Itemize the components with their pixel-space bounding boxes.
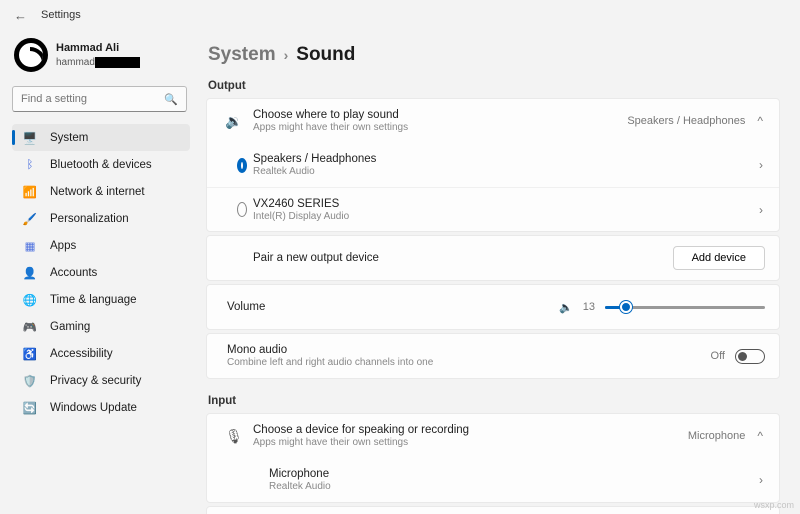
nav-icon: ᛒ [22, 159, 38, 171]
nav-list: 🖥️ System ᛒ Bluetooth & devices 📶 Network & i… [12, 124, 190, 421]
user-block[interactable]: Hammad Ali hammad [14, 38, 190, 72]
chevron-up-icon: ^ [755, 114, 765, 128]
search-box[interactable]: 🔍 [12, 86, 187, 112]
input-section-title: Input [208, 395, 780, 407]
output-device-row[interactable]: VX2460 SERIESIntel(R) Display Audio › [207, 187, 779, 231]
nav-item-windows-update[interactable]: 🔄 Windows Update [12, 394, 190, 421]
search-input[interactable] [21, 93, 164, 105]
input-pair-row: Pair a new input device Add device [207, 507, 779, 514]
output-volume-value: 13 [583, 301, 595, 313]
add-output-device-button[interactable]: Add device [673, 246, 765, 270]
device-name: Speakers / Headphones [253, 153, 757, 165]
device-sub: Realtek Audio [269, 481, 757, 492]
nav-label: Gaming [50, 321, 90, 333]
volume-down-icon[interactable]: 🔈 [559, 301, 573, 314]
nav-icon: ▦ [22, 239, 38, 253]
nav-label: Bluetooth & devices [50, 159, 152, 171]
nav-item-system[interactable]: 🖥️ System [12, 124, 190, 151]
breadcrumb: System › Sound [208, 44, 780, 66]
avatar [14, 38, 48, 72]
output-pair-card: Pair a new output device Add device [206, 235, 780, 281]
input-choose-sub: Apps might have their own settings [253, 437, 688, 448]
input-selected-device: Microphone [688, 430, 745, 442]
nav-label: Personalization [50, 213, 129, 225]
chevron-right-icon: › [757, 473, 765, 487]
output-volume-card: Volume 🔈 13 [206, 284, 780, 330]
device-sub: Realtek Audio [253, 166, 757, 177]
output-volume-row: Volume 🔈 13 [207, 285, 779, 329]
input-choose-title: Choose a device for speaking or recordin… [253, 424, 688, 436]
output-choose-title: Choose where to play sound [253, 109, 627, 121]
nav-icon: 🖌️ [22, 212, 38, 226]
window-title: Settings [41, 9, 81, 21]
mono-audio-row[interactable]: Mono audio Combine left and right audio … [207, 334, 779, 378]
radio-button[interactable] [237, 202, 247, 217]
mono-audio-toggle[interactable] [735, 349, 765, 364]
output-volume-slider[interactable] [605, 306, 765, 309]
nav-icon: 🎮 [22, 320, 38, 334]
output-choose-card: 🔉 Choose where to play sound Apps might … [206, 98, 780, 232]
speaker-icon: 🔉 [221, 113, 247, 130]
chevron-right-icon: › [757, 158, 765, 172]
watermark: wsxp.com [754, 500, 794, 510]
nav-icon: 🔄 [22, 401, 38, 415]
nav-icon: 👤 [22, 266, 38, 280]
user-email: hammad [56, 57, 95, 68]
input-choose-row[interactable]: 🎙 Choose a device for speaking or record… [207, 414, 779, 458]
device-name: Microphone [269, 468, 757, 480]
radio-button[interactable] [237, 158, 247, 173]
nav-item-bluetooth-devices[interactable]: ᛒ Bluetooth & devices [12, 151, 190, 178]
output-selected-device: Speakers / Headphones [627, 115, 745, 127]
nav-icon: ♿ [22, 347, 38, 361]
mono-audio-state: Off [711, 350, 725, 362]
nav-label: Network & internet [50, 186, 145, 198]
nav-label: Time & language [50, 294, 137, 306]
microphone-icon: 🎙 [221, 428, 247, 445]
breadcrumb-current: Sound [296, 44, 355, 66]
input-device-row[interactable]: MicrophoneRealtek Audio › [207, 458, 779, 502]
chevron-right-icon: › [284, 47, 289, 63]
output-pair-row: Pair a new output device Add device [207, 236, 779, 280]
input-pair-card: Pair a new input device Add device [206, 506, 780, 514]
nav-item-accessibility[interactable]: ♿ Accessibility [12, 340, 190, 367]
output-device-row[interactable]: Speakers / HeadphonesRealtek Audio › [207, 143, 779, 187]
nav-label: Apps [50, 240, 76, 252]
chevron-right-icon: › [757, 203, 765, 217]
nav-item-gaming[interactable]: 🎮 Gaming [12, 313, 190, 340]
breadcrumb-parent[interactable]: System [208, 44, 276, 66]
nav-item-network-internet[interactable]: 📶 Network & internet [12, 178, 190, 205]
content-pane: System › Sound Output 🔉 Choose where to … [200, 30, 800, 514]
nav-icon: 🖥️ [22, 131, 38, 145]
output-choose-row[interactable]: 🔉 Choose where to play sound Apps might … [207, 99, 779, 143]
nav-item-time-language[interactable]: 🌐 Time & language [12, 286, 190, 313]
chevron-up-icon: ^ [755, 429, 765, 443]
mono-audio-title: Mono audio [227, 344, 711, 356]
nav-icon: 🛡️ [22, 374, 38, 388]
nav-item-accounts[interactable]: 👤 Accounts [12, 259, 190, 286]
nav-label: Windows Update [50, 402, 137, 414]
nav-label: System [50, 132, 88, 144]
nav-item-personalization[interactable]: 🖌️ Personalization [12, 205, 190, 232]
device-name: VX2460 SERIES [253, 198, 757, 210]
mono-audio-card: Mono audio Combine left and right audio … [206, 333, 780, 379]
nav-label: Privacy & security [50, 375, 141, 387]
nav-item-privacy-security[interactable]: 🛡️ Privacy & security [12, 367, 190, 394]
back-icon[interactable]: ← [14, 8, 27, 23]
nav-label: Accounts [50, 267, 97, 279]
output-section-title: Output [208, 80, 780, 92]
input-choose-card: 🎙 Choose a device for speaking or record… [206, 413, 780, 503]
nav-icon: 🌐 [22, 293, 38, 307]
output-pair-label: Pair a new output device [253, 252, 673, 264]
device-sub: Intel(R) Display Audio [253, 211, 757, 222]
output-choose-sub: Apps might have their own settings [253, 122, 627, 133]
nav-item-apps[interactable]: ▦ Apps [12, 232, 190, 259]
search-icon: 🔍 [164, 93, 178, 106]
mono-audio-sub: Combine left and right audio channels in… [227, 357, 711, 368]
sidebar: Hammad Ali hammad 🔍 🖥️ System ᛒ Bluetooth &… [0, 30, 200, 514]
nav-label: Accessibility [50, 348, 113, 360]
nav-icon: 📶 [22, 185, 38, 199]
output-volume-label: Volume [227, 301, 559, 313]
user-name: Hammad Ali [56, 42, 140, 54]
